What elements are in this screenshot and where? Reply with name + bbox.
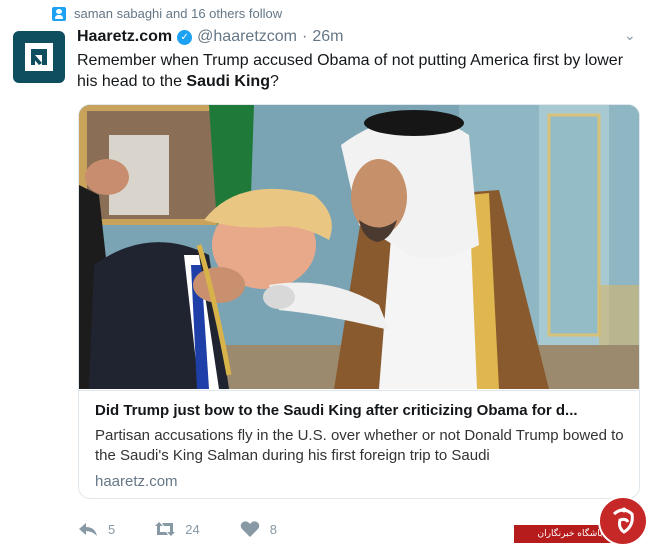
- like-button[interactable]: 8: [240, 520, 277, 538]
- tweet-text-start: Remember when Trump accused Obama of not…: [77, 52, 624, 90]
- link-card[interactable]: Did Trump just bow to the Saudi King aft…: [78, 104, 640, 499]
- tweet-header: Haaretz.com ✓ @haaretzcom · 26m: [77, 28, 343, 46]
- reply-button[interactable]: 5: [78, 520, 115, 538]
- card-image[interactable]: [79, 105, 639, 389]
- avatar[interactable]: [13, 31, 65, 83]
- saudi-king-link[interactable]: Saudi King: [186, 73, 270, 90]
- watermark-emblem-icon: [598, 496, 648, 546]
- social-context[interactable]: saman sabaghi and 16 others follow: [52, 6, 282, 21]
- reply-icon: [79, 523, 97, 536]
- like-count: 8: [269, 521, 277, 537]
- card-title[interactable]: Did Trump just bow to the Saudi King aft…: [95, 401, 625, 421]
- chevron-down-icon[interactable]: ⌄: [624, 28, 638, 42]
- retweet-count: 24: [185, 521, 200, 537]
- person-icon: [52, 6, 66, 21]
- reply-count: 5: [108, 521, 116, 537]
- card-description: Partisan accusations fly in the U.S. ove…: [95, 427, 624, 464]
- retweet-button[interactable]: 24: [155, 520, 200, 538]
- social-context-text: saman sabaghi and 16 others follow: [74, 6, 283, 21]
- tweet-timestamp[interactable]: 26m: [312, 28, 343, 46]
- heart-icon: [240, 521, 259, 537]
- watermark-logo: باشگاه خبرنگاران: [514, 496, 650, 547]
- card-photo: [79, 105, 639, 389]
- author-name[interactable]: Haaretz.com: [77, 28, 172, 46]
- retweet-icon: [155, 522, 176, 536]
- verified-badge-icon: ✓: [177, 29, 193, 45]
- card-body[interactable]: Did Trump just bow to the Saudi King aft…: [79, 390, 639, 498]
- tweet-actions: 5 24 8: [78, 520, 317, 538]
- header-separator: ·: [302, 28, 308, 45]
- tweet-text-end: ?: [269, 73, 279, 90]
- card-domain: haaretz.com: [95, 473, 178, 490]
- tweet-text: Remember when Trump accused Obama of not…: [77, 50, 645, 92]
- haaretz-logo-icon: [25, 43, 53, 71]
- author-handle[interactable]: @haaretzcom: [197, 28, 297, 46]
